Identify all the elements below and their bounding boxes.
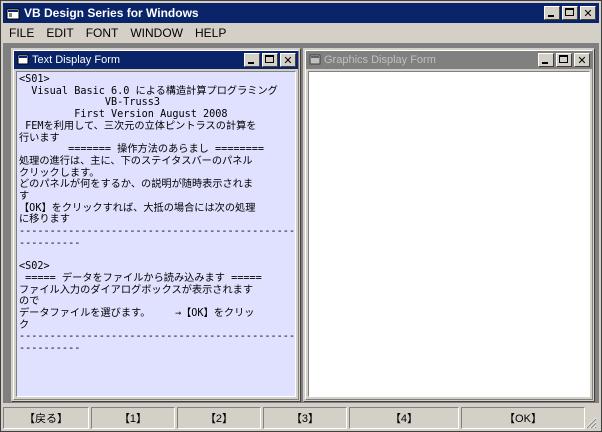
status-panel-1[interactable]: 【1】 (91, 407, 175, 429)
graphics-form-maximize-button[interactable] (556, 53, 572, 67)
graphics-form-controls: ✕ (536, 53, 590, 67)
minimize-button[interactable] (544, 6, 560, 20)
graphics-form-close-button[interactable]: ✕ (574, 53, 590, 67)
close-icon: ✕ (577, 53, 587, 67)
status-panel-ok[interactable]: 【OK】 (461, 407, 585, 429)
text-form-close-button[interactable]: ✕ (280, 53, 296, 67)
graphics-form-minimize-button[interactable] (538, 53, 554, 67)
text-form-maximize-button[interactable] (262, 53, 278, 67)
text-form-controls: ✕ (242, 53, 296, 67)
close-icon: ✕ (283, 53, 293, 67)
minimize-icon (542, 62, 548, 64)
text-display-window: Text Display Form ✕ <S01> Visual Basic 6… (11, 48, 301, 402)
close-icon: ✕ (583, 6, 593, 20)
status-panel-2[interactable]: 【2】 (177, 407, 261, 429)
status-bar: 【戻る】 【1】 【2】 【3】 【4】 【OK】 (3, 405, 599, 431)
form-icon (309, 54, 321, 65)
minimize-icon (248, 62, 254, 64)
maximize-icon (265, 55, 274, 63)
main-title-bar[interactable]: VB Design Series for Windows ✕ (3, 3, 599, 23)
graphics-form-title-bar[interactable]: Graphics Display Form ✕ (306, 51, 592, 69)
text-form-title-bar[interactable]: Text Display Form ✕ (14, 51, 298, 69)
text-form-minimize-button[interactable] (244, 53, 260, 67)
text-form-title: Text Display Form (32, 54, 121, 66)
graphics-form-title: Graphics Display Form (324, 54, 436, 66)
menu-bar: FILE EDIT FONT WINDOW HELP (3, 23, 599, 43)
maximize-button[interactable] (562, 6, 578, 20)
close-button[interactable]: ✕ (580, 6, 596, 20)
graphics-canvas[interactable] (308, 71, 590, 397)
form-icon (17, 54, 29, 65)
status-panel-back[interactable]: 【戻る】 (3, 407, 89, 429)
app-title: VB Design Series for Windows (24, 6, 199, 20)
maximize-icon (559, 55, 568, 63)
main-window: VB Design Series for Windows ✕ FILE EDIT… (0, 0, 602, 432)
status-panel-4[interactable]: 【4】 (349, 407, 459, 429)
status-panel-3[interactable]: 【3】 (263, 407, 347, 429)
graphics-display-window: Graphics Display Form ✕ (303, 48, 595, 402)
menu-window[interactable]: WINDOW (124, 23, 189, 43)
app-icon (6, 6, 20, 20)
text-display-content: <S01> Visual Basic 6.0 による構造計算プログラミング VB… (19, 74, 296, 355)
menu-edit[interactable]: EDIT (40, 23, 79, 43)
menu-help[interactable]: HELP (189, 23, 232, 43)
text-display-area[interactable]: <S01> Visual Basic 6.0 による構造計算プログラミング VB… (16, 71, 296, 397)
maximize-icon (565, 8, 574, 16)
minimize-icon (548, 15, 554, 17)
menu-file[interactable]: FILE (3, 23, 40, 43)
main-window-controls: ✕ (542, 6, 596, 20)
menu-font[interactable]: FONT (80, 23, 125, 43)
resize-grip-icon[interactable] (583, 415, 597, 429)
mdi-client-area: Text Display Form ✕ <S01> Visual Basic 6… (3, 43, 599, 403)
